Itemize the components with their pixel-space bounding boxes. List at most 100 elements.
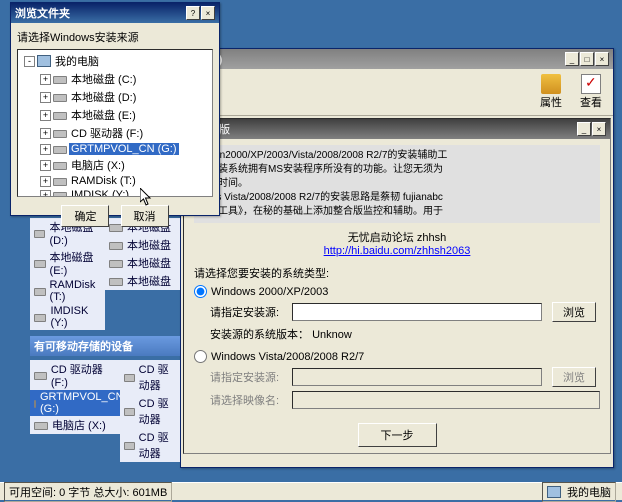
source-input-1[interactable] xyxy=(292,303,542,321)
list-item[interactable]: CD 驱动器 xyxy=(120,428,180,462)
status-bar: 可用空间: 0 字节 总大小: 601MB 我的电脑 xyxy=(0,482,622,500)
tree-node-label: 我的电脑 xyxy=(53,53,101,69)
tree-node[interactable]: + 本地磁盘 (E:) xyxy=(20,106,210,124)
ok-button[interactable]: 确定 xyxy=(61,205,109,227)
tree-node-label: 本地磁盘 (C:) xyxy=(69,71,138,87)
drive-icon xyxy=(34,372,47,380)
list-item[interactable]: 本地磁盘 (E:) xyxy=(30,248,105,278)
wizard-outer-titlebar: 帮助(H) _ □ × xyxy=(181,49,613,69)
tree-node[interactable]: +RAMDisk (T:) xyxy=(20,174,210,188)
removable-list-right: CD 驱动器CD 驱动器CD 驱动器 xyxy=(120,360,180,462)
radio-winxp[interactable] xyxy=(194,285,207,298)
close-button[interactable]: × xyxy=(201,6,215,20)
drive-icon xyxy=(53,76,67,84)
view-button[interactable]: 查看 xyxy=(573,71,609,113)
radio-winxp-label: Windows 2000/XP/2003 xyxy=(211,286,328,298)
drive-icon xyxy=(124,408,135,416)
list-item[interactable]: 本地磁盘 xyxy=(105,236,180,254)
drive-icon xyxy=(34,314,46,322)
help-button[interactable]: ? xyxy=(186,6,200,20)
tree-node[interactable]: + 本地磁盘 (C:) xyxy=(20,70,210,88)
drive-icon xyxy=(53,162,67,170)
drive-icon xyxy=(34,288,46,296)
drive-icon xyxy=(53,192,67,197)
version-value: Unknow xyxy=(312,329,352,341)
comp-icon xyxy=(37,55,51,67)
tree-node[interactable]: + 电脑店 (X:) xyxy=(20,156,210,174)
drive-icon xyxy=(53,130,67,138)
forum-link[interactable]: http://hi.baidu.com/zhhsh2063 xyxy=(324,245,471,257)
tree-node-label: 本地磁盘 (E:) xyxy=(69,107,138,123)
next-button[interactable]: 下一步 xyxy=(358,423,437,447)
drive-icon xyxy=(124,374,135,382)
status-free-space: 可用空间: 0 字节 总大小: 601MB xyxy=(4,482,172,502)
computer-icon xyxy=(547,486,561,498)
expand-toggle[interactable]: + xyxy=(40,190,51,198)
minimize-button[interactable]: _ xyxy=(565,52,579,66)
list-item[interactable]: 电脑店 (X:) xyxy=(30,416,120,434)
cancel-button[interactable]: 取消 xyxy=(121,205,169,227)
drive-icon xyxy=(109,278,123,286)
radio-vista-label: Windows Vista/2008/2008 R2/7 xyxy=(211,351,364,363)
tree-node[interactable]: + IMDISK (Y:) xyxy=(20,188,210,197)
removable-list-left: CD 驱动器 (F:)GRTMPVOL_CN (G:)电脑店 (X:) xyxy=(30,360,120,462)
list-item[interactable]: IMDISK (Y:) xyxy=(30,304,105,330)
list-item[interactable]: 本地磁盘 xyxy=(105,254,180,272)
tree-node[interactable]: + 本地磁盘 (D:) xyxy=(20,88,210,106)
intro-text: 位Win2000/XP/2003/Vista/2008/2008 R2/7的安装… xyxy=(194,145,600,223)
list-item[interactable]: CD 驱动器 xyxy=(120,360,180,394)
expand-toggle[interactable]: - xyxy=(24,56,35,67)
browse-title: 浏览文件夹 xyxy=(15,5,186,21)
select-type-label: 请选择您要安装的系统类型: xyxy=(194,265,600,281)
drive-icon xyxy=(34,400,36,408)
expand-toggle[interactable]: + xyxy=(40,110,51,121)
forum-label: 无忧启动论坛 zhhsh xyxy=(348,232,446,244)
source-label-1: 请指定安装源: xyxy=(210,304,286,320)
radio-vista[interactable] xyxy=(194,350,207,363)
expand-toggle[interactable]: + xyxy=(40,176,51,187)
expand-toggle[interactable]: + xyxy=(40,128,51,139)
expand-toggle[interactable]: + xyxy=(40,74,51,85)
wizard-inner-title: 0 正式版 xyxy=(188,121,577,137)
wizard-outer-title: 帮助(H) xyxy=(185,51,565,67)
list-item[interactable]: CD 驱动器 xyxy=(120,394,180,428)
tree-node[interactable]: +CD 驱动器 (F:) xyxy=(20,124,210,142)
browse-prompt: 请选择Windows安装来源 xyxy=(17,29,213,45)
tree-node[interactable]: + GRTMPVOL_CN (G:) xyxy=(20,142,210,156)
list-item[interactable]: GRTMPVOL_CN (G:) xyxy=(30,390,120,416)
drive-icon xyxy=(109,242,123,250)
browse-button-2: 浏览 xyxy=(552,367,596,387)
expand-toggle[interactable]: + xyxy=(40,92,51,103)
tree-node-label: 电脑店 (X:) xyxy=(69,157,127,173)
drive-icon xyxy=(53,112,67,120)
list-item[interactable]: CD 驱动器 (F:) xyxy=(30,360,120,390)
drive-icon xyxy=(53,94,67,102)
expand-toggle[interactable]: + xyxy=(40,144,51,155)
drive-icon xyxy=(34,260,46,268)
list-item[interactable]: 本地磁盘 xyxy=(105,272,180,290)
tree-node-label: IMDISK (Y:) xyxy=(69,189,131,197)
tree-node[interactable]: - 我的电脑 xyxy=(20,52,210,70)
tree-node-label: GRTMPVOL_CN (G:) xyxy=(69,143,179,155)
image-input xyxy=(292,391,600,409)
browse-folder-dialog: 浏览文件夹 ? × 请选择Windows安装来源 -我的电脑+本地磁盘 (C:)… xyxy=(10,2,220,216)
drive-icon xyxy=(53,178,67,186)
browse-button-1[interactable]: 浏览 xyxy=(552,302,596,322)
inner-close-button[interactable]: × xyxy=(592,122,606,136)
drive-list-left: 本地磁盘 (D:)本地磁盘 (E:)RAMDisk (T:)IMDISK (Y:… xyxy=(30,218,105,330)
wizard-inner-panel: 0 正式版 _ × 位Win2000/XP/2003/Vista/2008/20… xyxy=(183,118,611,454)
folder-tree[interactable]: -我的电脑+本地磁盘 (C:)+本地磁盘 (D:)+本地磁盘 (E:)+CD 驱… xyxy=(17,49,213,197)
tree-node-label: 本地磁盘 (D:) xyxy=(69,89,138,105)
properties-button[interactable]: 属性 xyxy=(533,71,569,113)
wizard-inner-titlebar: 0 正式版 _ × xyxy=(184,119,610,139)
image-label: 请选择映像名: xyxy=(210,392,286,408)
install-wizard-window: 帮助(H) _ □ × 属性 查看 0 正式版 _ × 位Win2000/XP/… xyxy=(180,48,614,468)
maximize-button[interactable]: □ xyxy=(580,52,594,66)
drive-list-right: 本地磁盘本地磁盘本地磁盘本地磁盘 xyxy=(105,218,180,330)
inner-minimize-button[interactable]: _ xyxy=(577,122,591,136)
expand-toggle[interactable]: + xyxy=(40,160,51,171)
properties-icon xyxy=(541,74,561,94)
explorer-side-panel: 本地磁盘 (D:)本地磁盘 (E:)RAMDisk (T:)IMDISK (Y:… xyxy=(30,218,180,462)
close-button[interactable]: × xyxy=(595,52,609,66)
list-item[interactable]: RAMDisk (T:) xyxy=(30,278,105,304)
